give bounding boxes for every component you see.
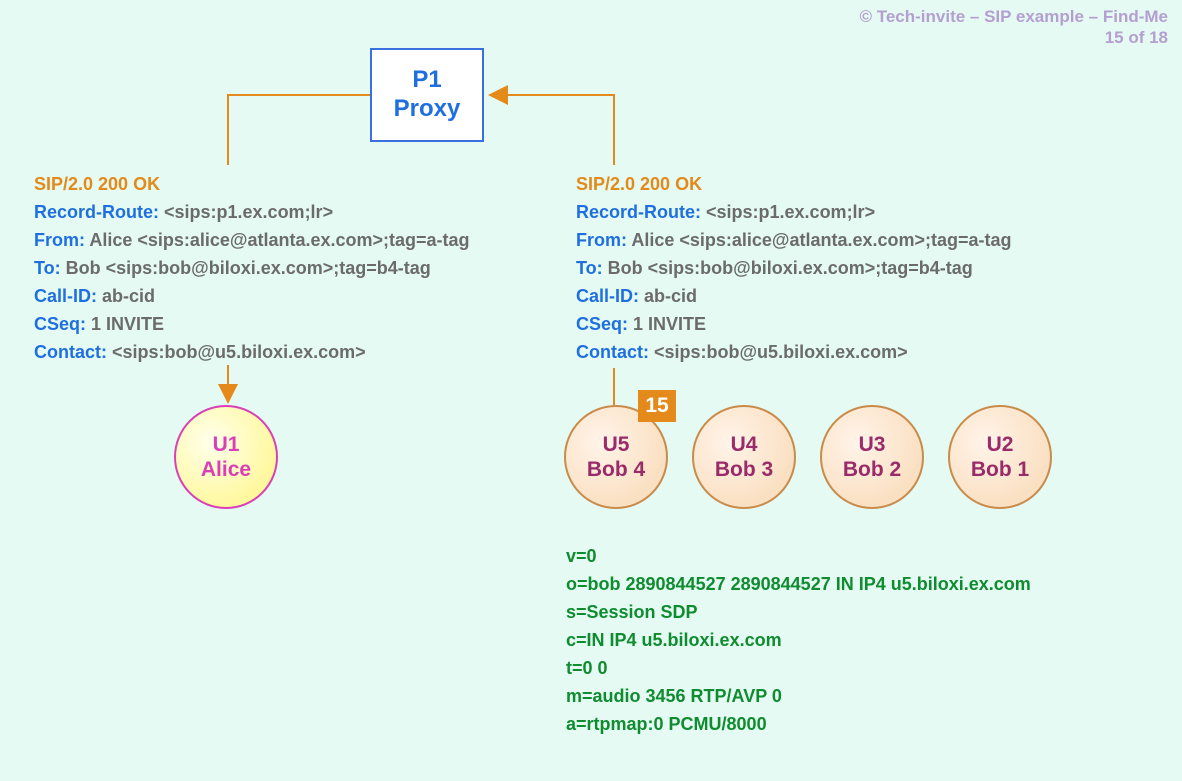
alice-line2: Alice [201,457,251,482]
right-status-line: SIP/2.0 200 OK [576,170,1012,198]
node-u4: U4 Bob 3 [692,405,796,509]
right-sip-headers: SIP/2.0 200 OK Record-Route: <sips:p1.ex… [576,170,1012,366]
sdp-s: s=Session SDP [566,598,1031,626]
right-record-route-value: <sips:p1.ex.com;lr> [701,202,875,222]
u4-line2: Bob 3 [715,457,773,482]
sdp-t: t=0 0 [566,654,1031,682]
node-u2: U2 Bob 1 [948,405,1052,509]
u5-line1: U5 [603,432,630,457]
left-to-value: Bob <sips:bob@biloxi.ex.com>;tag=b4-tag [61,258,431,278]
left-callid-value: ab-cid [97,286,155,306]
node-u3: U3 Bob 2 [820,405,924,509]
left-cseq-label: CSeq: [34,314,86,334]
u2-line2: Bob 1 [971,457,1029,482]
right-cseq-label: CSeq: [576,314,628,334]
right-to-label: To: [576,258,603,278]
proxy-line2: Proxy [394,95,461,124]
left-sip-headers: SIP/2.0 200 OK Record-Route: <sips:p1.ex… [34,170,470,366]
sdp-v: v=0 [566,542,1031,570]
proxy-line1: P1 [412,66,441,95]
sdp-c: c=IN IP4 u5.biloxi.ex.com [566,626,1031,654]
right-cseq-value: 1 INVITE [628,314,706,334]
left-contact-value: <sips:bob@u5.biloxi.ex.com> [107,342,366,362]
right-callid-value: ab-cid [639,286,697,306]
proxy-box: P1 Proxy [370,48,484,142]
left-from-label: From: [34,230,85,250]
u3-line2: Bob 2 [843,457,901,482]
left-to-label: To: [34,258,61,278]
node-alice: U1 Alice [174,405,278,509]
sdp-m: m=audio 3456 RTP/AVP 0 [566,682,1031,710]
sdp-block: v=0 o=bob 2890844527 2890844527 IN IP4 u… [566,542,1031,738]
left-record-route-label: Record-Route: [34,202,159,222]
alice-line1: U1 [213,432,240,457]
left-from-value: Alice <sips:alice@atlanta.ex.com>;tag=a-… [85,230,470,250]
step-badge: 15 [638,390,676,422]
right-contact-label: Contact: [576,342,649,362]
u3-line1: U3 [859,432,886,457]
right-from-value: Alice <sips:alice@atlanta.ex.com>;tag=a-… [627,230,1012,250]
attribution: © Tech-invite – SIP example – Find-Me 15… [859,6,1168,49]
u4-line1: U4 [731,432,758,457]
left-record-route-value: <sips:p1.ex.com;lr> [159,202,333,222]
sdp-o: o=bob 2890844527 2890844527 IN IP4 u5.bi… [566,570,1031,598]
left-cseq-value: 1 INVITE [86,314,164,334]
left-contact-label: Contact: [34,342,107,362]
right-contact-value: <sips:bob@u5.biloxi.ex.com> [649,342,908,362]
right-from-label: From: [576,230,627,250]
sdp-a: a=rtpmap:0 PCMU/8000 [566,710,1031,738]
u5-line2: Bob 4 [587,457,645,482]
attribution-line2: 15 of 18 [859,27,1168,48]
right-to-value: Bob <sips:bob@biloxi.ex.com>;tag=b4-tag [603,258,973,278]
right-callid-label: Call-ID: [576,286,639,306]
right-record-route-label: Record-Route: [576,202,701,222]
attribution-line1: © Tech-invite – SIP example – Find-Me [859,6,1168,27]
left-callid-label: Call-ID: [34,286,97,306]
u2-line1: U2 [987,432,1014,457]
left-status-line: SIP/2.0 200 OK [34,170,470,198]
